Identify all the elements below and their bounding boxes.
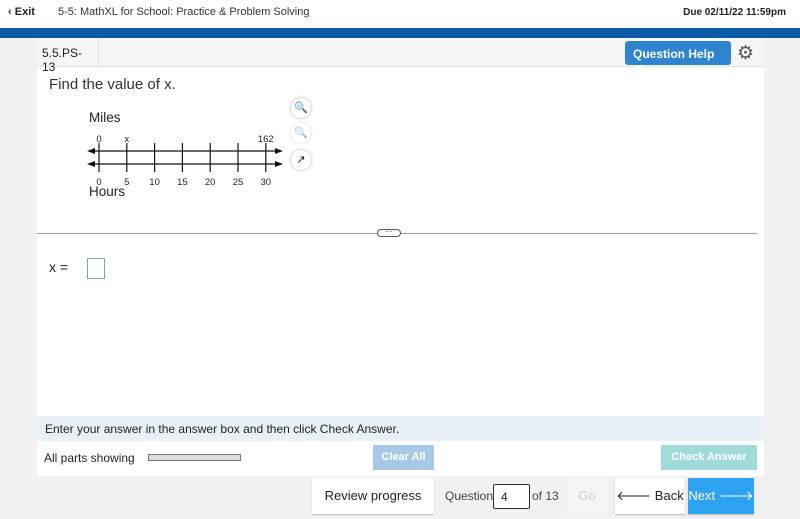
answer-label: x =: [49, 259, 69, 275]
arrow-right-icon: 🡒: [718, 488, 754, 503]
parts-progress-bar: [148, 454, 241, 461]
header-band: [0, 28, 800, 38]
question-header: 5.5.PS-13 Question Help ▼ ⚙: [37, 38, 764, 75]
question-help-button[interactable]: Question Help ▼: [625, 41, 731, 75]
answer-input[interactable]: [87, 258, 105, 279]
of-total-label: of 13: [532, 489, 559, 503]
exit-button[interactable]: ‹ Exit: [8, 6, 35, 18]
instruction-text: Enter your answer in the answer box and …: [37, 416, 764, 441]
question-number-input[interactable]: 4: [493, 484, 530, 509]
go-button[interactable]: Go: [567, 478, 607, 514]
due-date: Due 02/11/22 11:59pm: [683, 7, 786, 18]
chevron-left-icon: ‹: [8, 6, 15, 18]
gear-icon[interactable]: ⚙: [737, 42, 754, 65]
back-button[interactable]: 🡐 Back: [615, 478, 685, 514]
next-button[interactable]: Next 🡒: [688, 478, 754, 514]
review-progress-button[interactable]: Review progress: [312, 478, 434, 514]
caret-down-icon: ▼: [633, 61, 645, 75]
question-prompt: Find the value of x.: [49, 76, 176, 93]
question-id: 5.5.PS-13: [37, 38, 99, 74]
clear-all-button[interactable]: Clear All: [373, 445, 434, 470]
parts-showing-label: All parts showing: [44, 451, 135, 465]
miles-label: Miles: [89, 110, 121, 125]
zoom-out-icon[interactable]: 🔍: [291, 123, 311, 143]
assignment-title: 5-5: MathXL for School: Practice & Probl…: [58, 6, 310, 18]
popout-icon[interactable]: ↗: [291, 150, 311, 170]
question-panel: 5.5.PS-13 Question Help ▼ ⚙ Find the val…: [37, 38, 764, 476]
question-label: Question: [445, 489, 494, 503]
zoom-in-icon[interactable]: 🔍: [291, 98, 311, 118]
resize-handle[interactable]: ···: [377, 228, 401, 237]
top-bar: ‹ Exit 5-5: MathXL for School: Practice …: [0, 0, 800, 28]
arrow-left-icon: 🡐: [616, 488, 652, 503]
hours-label: Hours: [89, 184, 126, 199]
number-lines: [87, 143, 283, 172]
check-answer-button[interactable]: Check Answer: [661, 445, 757, 470]
